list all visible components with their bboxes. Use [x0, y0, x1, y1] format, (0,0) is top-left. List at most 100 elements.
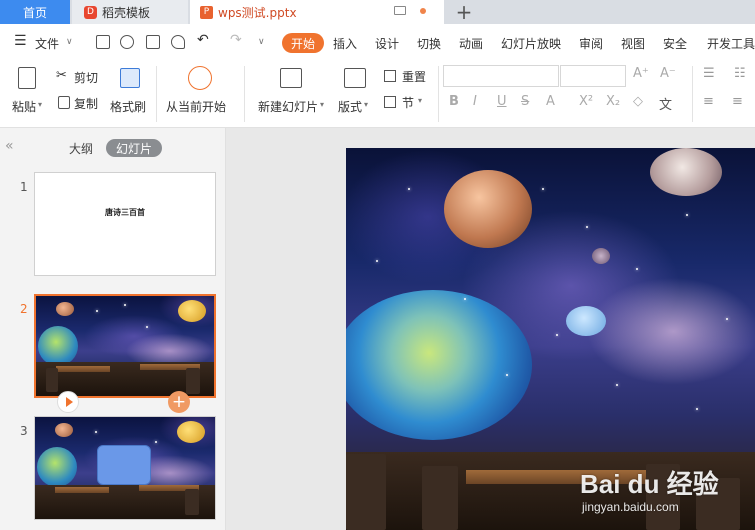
star	[124, 304, 126, 306]
tab-slides[interactable]: 幻灯片	[106, 139, 162, 157]
slide-thumbnail-1[interactable]: 唐诗三百首	[34, 172, 216, 276]
section-icon	[384, 96, 396, 108]
monitor-icon[interactable]	[394, 6, 406, 15]
cut-label: 剪切	[74, 71, 99, 85]
export-icon[interactable]	[120, 35, 134, 49]
copy-label: 复制	[74, 97, 99, 111]
menu-insert[interactable]: 插入	[333, 35, 357, 52]
phonetic-icon[interactable]: 文	[659, 94, 672, 113]
menu-developer[interactable]: 开发工具	[707, 35, 755, 52]
font-size-select[interactable]	[560, 65, 626, 87]
cut-button[interactable]: ✂ 剪切	[56, 68, 104, 86]
space-background-image	[35, 417, 215, 519]
menu-transitions[interactable]: 切换	[417, 35, 441, 52]
chair-image	[422, 466, 458, 530]
subscript-icon[interactable]: X₂	[606, 94, 620, 109]
planet-image	[566, 306, 606, 336]
font-name-select[interactable]	[443, 65, 559, 87]
tab-home[interactable]: 首页	[0, 0, 70, 24]
new-slide-icon	[280, 68, 302, 88]
from-current-button[interactable]: 从当前开始	[164, 64, 236, 120]
font-color-icon[interactable]: A	[546, 94, 555, 109]
undo-icon[interactable]: ↶	[197, 32, 209, 48]
star	[542, 188, 544, 190]
align-center-icon[interactable]: ≡	[732, 94, 743, 109]
layout-label: 版式	[338, 100, 363, 114]
planet-image	[177, 421, 205, 443]
tab-outline[interactable]: 大纲	[62, 139, 100, 157]
decrease-font-icon[interactable]: A⁻	[660, 66, 676, 81]
layout-button[interactable]: 版式 ▾	[336, 64, 376, 120]
earth-planet-image	[346, 290, 532, 440]
clear-format-icon[interactable]: ◇	[633, 94, 643, 109]
new-slide-chevron-icon: ▾	[320, 100, 325, 109]
ribbon-separator	[692, 66, 693, 122]
slide-number: 1	[20, 180, 28, 194]
new-tab-plus-icon[interactable]: +	[454, 0, 474, 24]
hamburger-menu-icon[interactable]: ☰	[14, 33, 27, 49]
menu-view[interactable]: 视图	[621, 35, 645, 52]
print-icon[interactable]	[146, 35, 160, 49]
superscript-icon[interactable]: X²	[579, 94, 593, 109]
file-chevron-down-icon[interactable]: ∨	[66, 37, 73, 47]
star	[95, 431, 97, 433]
print-preview-icon[interactable]	[171, 35, 185, 49]
menu-animation[interactable]: 动画	[459, 35, 483, 52]
chair-image	[186, 368, 200, 394]
star	[506, 374, 508, 376]
italic-icon[interactable]: I	[473, 94, 477, 109]
layout-chevron-icon: ▾	[364, 100, 369, 109]
numbered-list-icon[interactable]: ☷	[734, 66, 746, 81]
menu-review[interactable]: 审阅	[579, 35, 603, 52]
watermark-url: jingyan.baidu.com	[582, 500, 679, 514]
align-left-icon[interactable]: ≡	[703, 94, 714, 109]
redo-icon[interactable]: ↷	[230, 32, 242, 48]
star	[696, 408, 698, 410]
tab-templates[interactable]: D 稻壳模板	[72, 0, 188, 24]
clipboard-icon	[18, 67, 36, 89]
menu-security[interactable]: 安全	[663, 35, 687, 52]
menu-start[interactable]: 开始	[282, 33, 324, 53]
new-slide-button[interactable]: 新建幻灯片 ▾	[254, 64, 328, 120]
chair-image	[185, 489, 199, 515]
underline-icon[interactable]: U	[497, 94, 507, 109]
save-icon[interactable]	[96, 35, 110, 49]
menu-design[interactable]: 设计	[375, 35, 399, 52]
slide-thumbnail-3[interactable]	[34, 416, 216, 520]
tab-document[interactable]: P wps测试.pptx	[190, 0, 444, 24]
increase-font-icon[interactable]: A⁺	[633, 66, 649, 81]
slide-number: 2	[20, 302, 28, 316]
strikethrough-icon[interactable]: S	[521, 94, 529, 109]
reset-label: 重置	[402, 70, 427, 84]
play-slide-button[interactable]	[57, 391, 79, 413]
bullet-list-icon[interactable]: ☰	[703, 66, 715, 81]
format-painter-label: 格式刷	[110, 100, 147, 114]
reset-button[interactable]: 重置	[382, 68, 432, 86]
paste-label: 粘贴	[12, 100, 37, 114]
pptx-file-icon: P	[200, 5, 213, 19]
reset-icon	[384, 70, 396, 82]
slides-panel: « 大纲 幻灯片 1 唐诗三百首 2 3 +	[0, 128, 226, 530]
slide-number: 3	[20, 424, 28, 438]
docer-logo-icon: D	[84, 5, 97, 19]
tab-templates-label: 稻壳模板	[102, 5, 151, 20]
format-painter-button[interactable]: 格式刷	[108, 64, 152, 120]
table-image	[56, 366, 110, 372]
copy-button[interactable]: 复制	[56, 94, 104, 112]
paintbrush-icon	[120, 68, 140, 88]
section-label: 节	[402, 96, 415, 110]
play-circle-icon	[188, 66, 212, 90]
ribbon-separator	[438, 66, 439, 122]
bold-icon[interactable]: B	[449, 94, 459, 109]
add-slide-button[interactable]: +	[168, 391, 190, 413]
copy-icon	[58, 96, 70, 109]
section-button[interactable]: 节 ▾	[382, 94, 432, 112]
paste-button[interactable]: 粘贴 ▾	[8, 64, 48, 120]
planet-image	[38, 326, 78, 366]
collapse-panel-icon[interactable]: «	[5, 138, 14, 154]
quick-access-more-icon[interactable]: ∨	[258, 37, 265, 47]
menu-file[interactable]: 文件	[35, 35, 59, 52]
menu-slideshow[interactable]: 幻灯片放映	[501, 35, 561, 52]
tab-document-label: wps测试.pptx	[218, 5, 297, 20]
slide-thumbnail-2[interactable]	[34, 294, 216, 398]
